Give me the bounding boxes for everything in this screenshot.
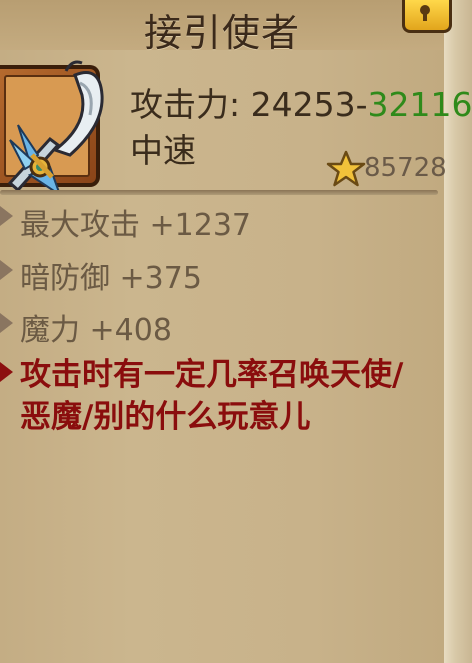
attribute-magic: 魔力 +408 [20,313,172,348]
item-title: 接引使者 [143,11,300,55]
attack-separator: - [355,85,368,124]
special-effect: 攻击时有一定几率召唤天使/恶魔/别的什么玩意儿 [20,357,404,435]
bullet-icon [0,313,13,333]
lock-icon[interactable] [402,0,452,33]
attribute-max-attack: 最大攻击 +1237 [20,208,252,243]
item-rating: 85728 [364,153,447,183]
keyhole [420,5,430,21]
attack-max-value: 32116 [367,85,472,124]
attack-label: 攻击力: [130,85,251,124]
attack-min-value: 24253 [250,85,356,124]
divider [0,190,438,195]
star-icon [326,150,366,187]
attribute-dark-defense: 暗防御 +375 [20,261,202,296]
attack-speed: 中速 [130,131,196,170]
weapon-icon [7,60,104,195]
bullet-icon [0,362,13,382]
bullet-icon [0,260,13,280]
attack-stat: 攻击力: 24253-32116 [130,78,472,126]
bullet-icon [0,206,13,226]
